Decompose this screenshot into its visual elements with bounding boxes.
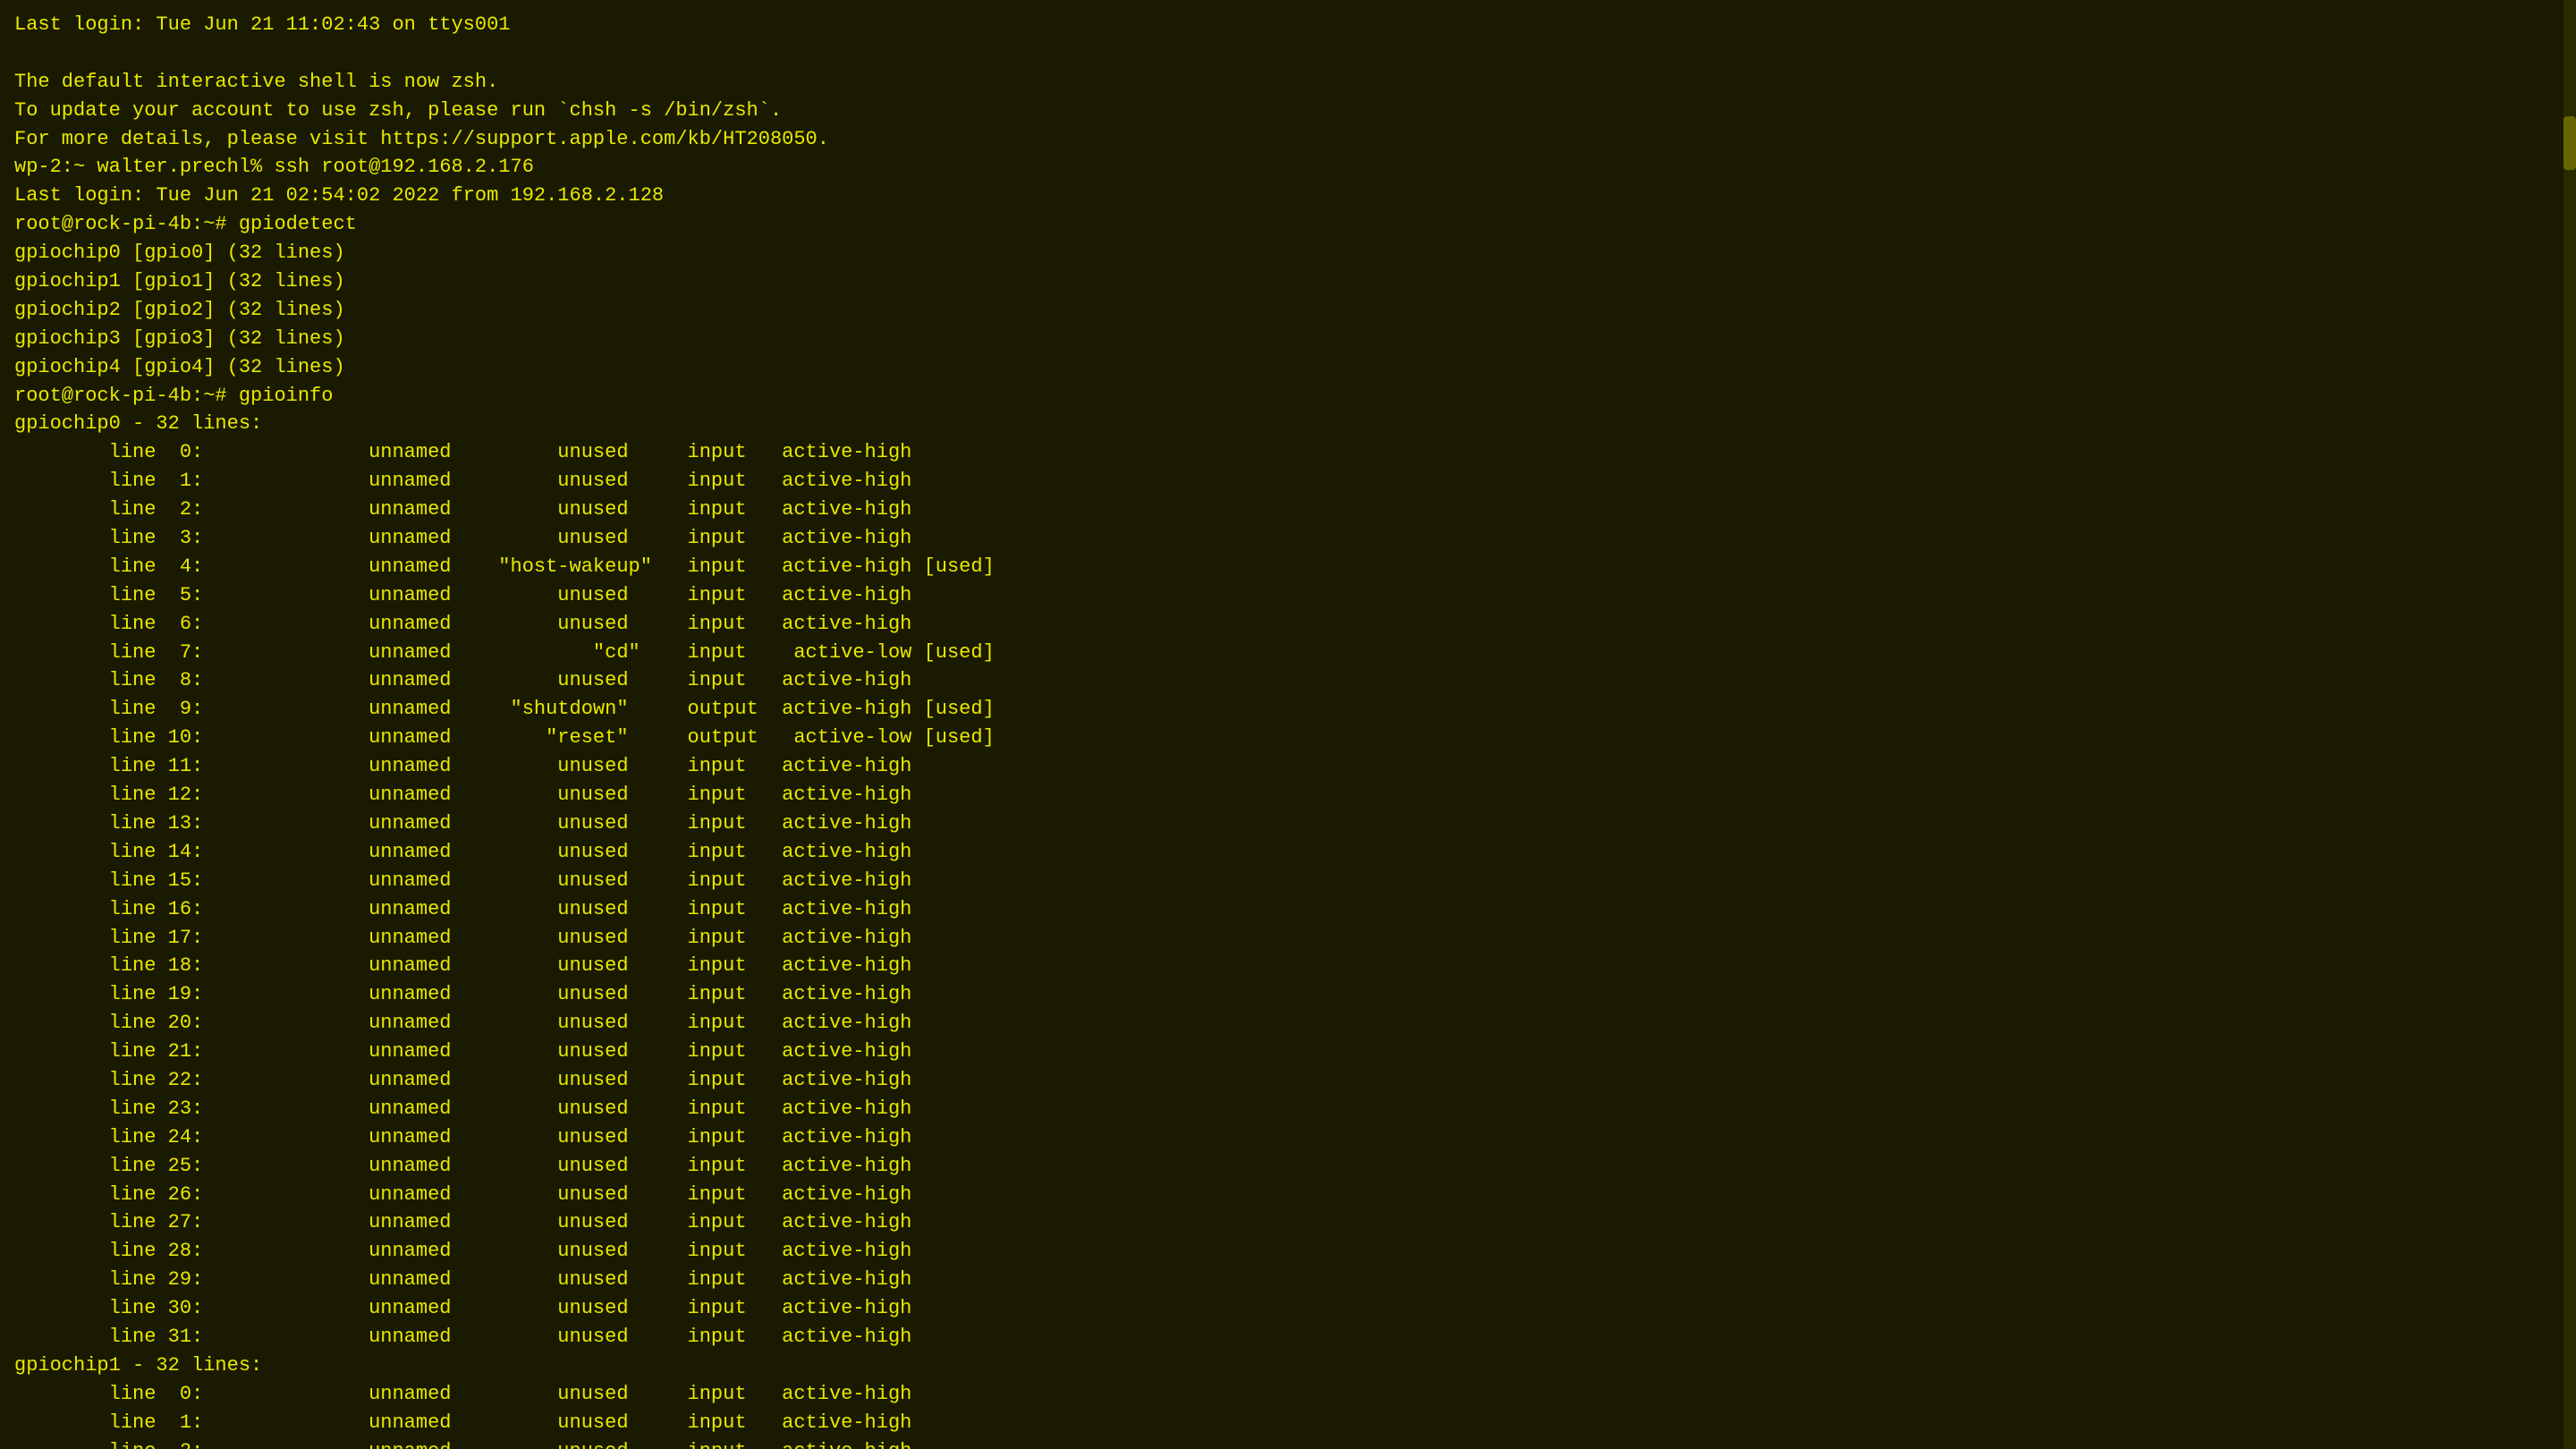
- scrollbar[interactable]: [2563, 0, 2576, 1449]
- terminal-window[interactable]: Last login: Tue Jun 21 11:02:43 on ttys0…: [0, 0, 2576, 1449]
- scrollbar-thumb[interactable]: [2563, 116, 2576, 170]
